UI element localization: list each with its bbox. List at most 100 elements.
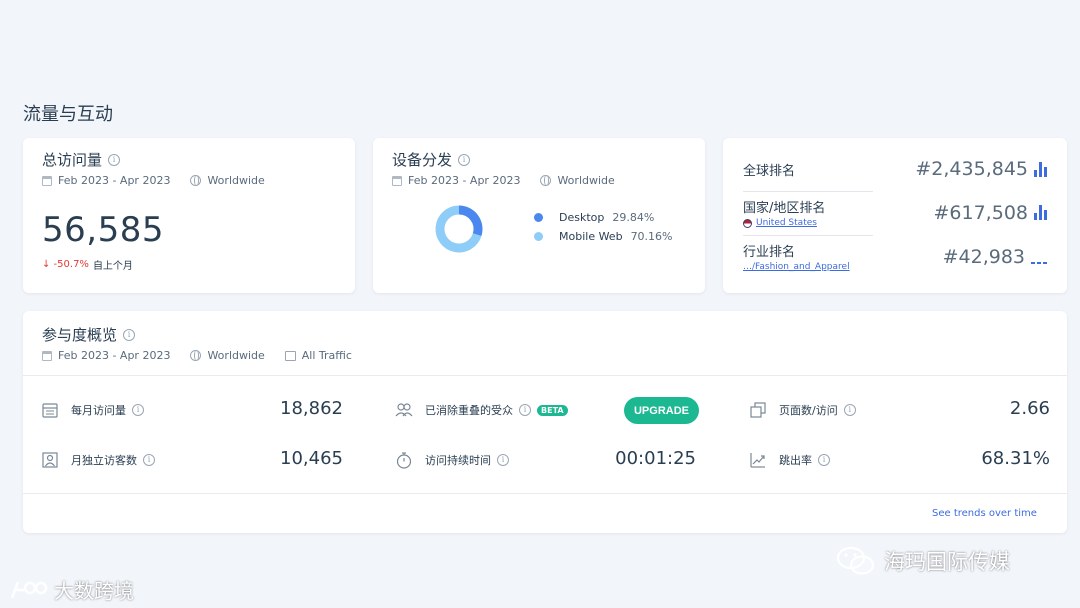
global-rank-row: 全球排名 #2,435,845 — [743, 158, 1047, 180]
audience-icon — [395, 401, 413, 419]
bounce-rate-value: 68.31% — [981, 448, 1050, 469]
stopwatch-icon — [395, 451, 413, 469]
globe-icon — [190, 350, 202, 361]
dedup-audience-label: 已消除重叠的受众 i BETA — [425, 402, 568, 418]
legend-desktop: Desktop 29.84% — [534, 211, 673, 224]
total-visits-title: 总访问量 i — [42, 149, 265, 170]
donut-slice-desktop[interactable] — [458, 205, 483, 237]
rank-chart-icon[interactable] — [1034, 205, 1047, 220]
traffic-type: All Traffic — [301, 349, 352, 362]
upgrade-button[interactable]: UPGRADE — [624, 397, 699, 424]
wechat-icon — [836, 546, 875, 575]
device-split-card: 设备分发 i Feb 2023 - Apr 2023 Worldwide Des… — [373, 138, 705, 293]
visitor-icon — [41, 451, 59, 469]
globe-icon — [190, 175, 202, 186]
bounce-icon — [749, 451, 767, 469]
desktop-dot — [534, 213, 543, 222]
monthly-unique-label-text: 月独立访客数 — [71, 454, 137, 467]
watermark-logo-icon — [10, 581, 48, 598]
region: Worldwide — [207, 174, 265, 187]
traffic-icon — [284, 350, 296, 361]
rank-chart-icon[interactable] — [1034, 161, 1047, 177]
rankings-card: 全球排名 #2,435,845 国家/地区排名 United States #6… — [723, 138, 1067, 293]
region: Worldwide — [557, 174, 615, 187]
change-value: ↓ -50.7% — [42, 259, 89, 270]
engagement-meta: Feb 2023 - Apr 2023 Worldwide All Traffi… — [42, 349, 352, 362]
visit-duration-metric: 访问持续时间 i — [395, 451, 509, 469]
info-icon[interactable]: i — [843, 404, 856, 416]
country-name[interactable]: United States — [756, 218, 817, 228]
bounce-rate-label-text: 跳出率 — [779, 454, 812, 467]
total-visits-title-text: 总访问量 — [42, 151, 103, 169]
rank-chart-icon[interactable] — [1031, 249, 1047, 264]
industry-rank-label: 行业排名 — [743, 245, 796, 260]
legend-mobile-label: Mobile Web — [559, 230, 623, 243]
info-icon[interactable]: i — [458, 153, 471, 166]
globe-icon — [540, 175, 552, 186]
pages-per-visit-label-text: 页面数/访问 — [779, 404, 838, 417]
calendar-icon — [392, 175, 402, 186]
country-rank-value: #617,508 — [933, 201, 1047, 224]
monthly-unique-label: 月独立访客数 i — [71, 452, 155, 468]
pages-per-visit-metric: 页面数/访问 i — [749, 401, 856, 419]
legend-mobile-value: 70.16% — [630, 230, 673, 243]
global-rank-number: #2,435,845 — [915, 158, 1028, 180]
calendar-icon — [42, 175, 52, 186]
watermark-right-text: 海玛国际传媒 — [884, 550, 1010, 574]
info-icon[interactable]: i — [108, 153, 121, 166]
info-icon[interactable]: i — [143, 454, 155, 466]
global-rank-value: #2,435,845 — [915, 158, 1047, 180]
change-tail: 自上个月 — [92, 261, 133, 272]
watermark-right: 海玛国际传媒 — [836, 546, 1010, 576]
country-link[interactable]: United States — [743, 218, 825, 228]
industry-rank-number: #42,983 — [942, 245, 1025, 268]
see-trends-link[interactable]: See trends over time — [932, 508, 1037, 519]
total-visits-meta: Feb 2023 - Apr 2023 Worldwide — [42, 174, 265, 187]
mobile-dot — [534, 232, 543, 241]
device-split-title: 设备分发 i — [392, 149, 615, 170]
region: Worldwide — [207, 349, 265, 362]
info-icon[interactable]: i — [123, 328, 136, 341]
industry-rank-value: #42,983 — [943, 246, 1047, 268]
date-range: Feb 2023 - Apr 2023 — [408, 174, 521, 187]
section-title: 流量与互动 — [23, 104, 113, 125]
pages-per-visit-label: 页面数/访问 i — [779, 402, 856, 418]
monthly-unique-value: 10,465 — [280, 448, 343, 469]
calendar-icon — [41, 401, 59, 419]
date-range: Feb 2023 - Apr 2023 — [58, 174, 171, 187]
info-icon[interactable]: i — [132, 404, 144, 416]
device-split-title-text: 设备分发 — [392, 151, 453, 169]
legend-desktop-label: Desktop — [559, 211, 605, 224]
dedup-audience-metric: 已消除重叠的受众 i BETA — [395, 401, 568, 419]
industry-rank-row: 行业排名 …/Fashion_and_Apparel #42,983 — [743, 241, 1047, 272]
divider — [23, 375, 1067, 376]
industry-link[interactable]: …/Fashion_and_Apparel — [743, 262, 850, 272]
engagement-title: 参与度概览 i — [42, 324, 352, 345]
visit-duration-label: 访问持续时间 i — [425, 452, 509, 468]
dedup-audience-label-text: 已消除重叠的受众 — [425, 404, 513, 417]
legend-mobile: Mobile Web 70.16% — [534, 230, 673, 243]
divider — [743, 235, 873, 236]
monthly-unique-metric: 月独立访客数 i — [41, 451, 155, 469]
divider — [23, 493, 1067, 494]
global-rank-label: 全球排名 — [743, 163, 796, 179]
country-rank-number: #617,508 — [933, 201, 1029, 224]
visit-duration-label-text: 访问持续时间 — [425, 454, 491, 467]
divider — [743, 191, 873, 192]
bounce-rate-label: 跳出率 i — [779, 452, 830, 468]
visit-duration-value: 00:01:25 — [615, 448, 696, 469]
country-rank-row: 国家/地区排名 United States #617,508 — [743, 197, 1047, 228]
info-icon[interactable]: i — [497, 454, 509, 466]
total-visits-change: ↓ -50.7% 自上个月 — [42, 257, 133, 272]
info-icon[interactable]: i — [519, 404, 531, 416]
pages-icon — [749, 401, 767, 419]
monthly-visits-value: 18,862 — [280, 398, 343, 419]
calendar-icon — [42, 350, 52, 361]
country-rank-label: 国家/地区排名 — [743, 201, 826, 216]
engagement-title-text: 参与度概览 — [42, 326, 118, 344]
device-split-meta: Feb 2023 - Apr 2023 Worldwide — [392, 174, 615, 187]
info-icon[interactable]: i — [818, 454, 830, 466]
bounce-rate-metric: 跳出率 i — [749, 451, 830, 469]
beta-badge: BETA — [537, 404, 568, 416]
monthly-visits-label-text: 每月访问量 — [71, 404, 126, 417]
